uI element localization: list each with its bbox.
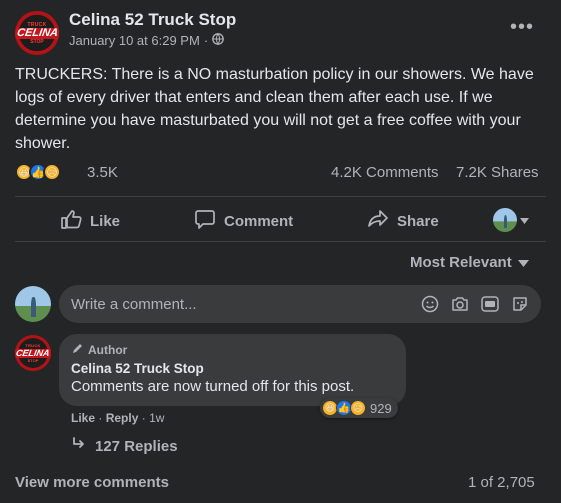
comment-reactions[interactable]: 😆 👍 😥 929	[320, 398, 398, 418]
shares-count-link[interactable]: 7.2K Shares	[456, 164, 539, 181]
sticker-icon[interactable]	[511, 295, 529, 313]
logo-text-bottom: STOP	[30, 38, 44, 45]
comment-button[interactable]: Comment	[194, 209, 293, 233]
logo-text-main: CELINA	[15, 26, 59, 39]
pencil-icon	[71, 342, 84, 358]
comment-actions: Like · Reply · 1w	[71, 411, 164, 425]
reply-arrow-icon	[71, 437, 87, 455]
commenter-avatar[interactable]: TRUCK CELINA STOP	[15, 335, 51, 371]
share-button[interactable]: Share	[367, 209, 439, 233]
share-label: Share	[397, 212, 439, 230]
divider-top	[15, 196, 546, 197]
comment-bubble-icon	[194, 209, 216, 233]
logo-text-bottom: STOP	[27, 357, 39, 363]
reactions-summary[interactable]: 😆 👍 😥	[15, 163, 75, 183]
post-meta: January 10 at 6:29 PM ·	[69, 33, 225, 48]
camera-icon[interactable]	[451, 295, 469, 313]
comment-input[interactable]	[71, 295, 421, 313]
comment-bubble: Author Celina 52 Truck Stop Comments are…	[59, 334, 406, 406]
replies-count: 127 Replies	[95, 437, 178, 455]
reactions-count[interactable]: 3.5K	[87, 164, 118, 181]
sad-icon: 😥	[350, 400, 366, 416]
emoji-icon[interactable]	[421, 295, 439, 313]
composer-tools	[421, 295, 529, 313]
gif-icon[interactable]	[481, 295, 499, 313]
page-name-link[interactable]: Celina 52 Truck Stop	[69, 10, 236, 30]
author-badge-label: Author	[88, 343, 128, 357]
commenter-name-link[interactable]: Celina 52 Truck Stop	[71, 361, 394, 376]
action-separator: ·	[98, 411, 106, 425]
meta-separator: ·	[203, 33, 209, 48]
comment-sort-dropdown[interactable]: Most Relevant	[410, 254, 529, 271]
comments-count-link[interactable]: 4.2K Comments	[331, 164, 439, 181]
view-replies-link[interactable]: 127 Replies	[71, 437, 178, 455]
current-user-avatar[interactable]	[15, 286, 51, 322]
author-badge: Author	[71, 342, 394, 358]
like-button[interactable]: Like	[60, 209, 120, 233]
current-user-avatar-small	[493, 208, 517, 232]
caret-down-icon	[520, 211, 529, 229]
sad-icon: 😥	[43, 163, 61, 181]
post-as-selector[interactable]	[493, 208, 529, 232]
post-text: TRUCKERS: There is a NO masturbation pol…	[15, 66, 534, 152]
thumbs-up-icon	[60, 209, 82, 233]
comment-paging: 1 of 2,705	[468, 474, 535, 491]
divider-bottom	[15, 241, 546, 242]
comment-composer[interactable]	[59, 285, 541, 323]
comment-like-link[interactable]: Like	[71, 411, 95, 425]
comment-text: Comments are now turned off for this pos…	[71, 378, 355, 395]
sort-label: Most Relevant	[410, 254, 512, 271]
globe-icon	[212, 33, 225, 48]
like-label: Like	[90, 212, 121, 230]
page-avatar[interactable]: TRUCK CELINA STOP	[15, 11, 59, 55]
action-separator: ·	[141, 411, 150, 425]
caret-down-icon	[517, 254, 529, 271]
comment-age[interactable]: 1w	[149, 411, 164, 425]
view-more-comments-link[interactable]: View more comments	[15, 474, 169, 491]
comment-reaction-count: 929	[370, 400, 392, 416]
share-arrow-icon	[367, 209, 389, 233]
more-options-button[interactable]: •••	[510, 16, 534, 39]
logo-text-main: CELINA	[15, 347, 51, 358]
post-date-link[interactable]: January 10 at 6:29 PM	[69, 33, 200, 48]
comment-reply-link[interactable]: Reply	[106, 411, 139, 425]
comment-label: Comment	[224, 212, 294, 230]
